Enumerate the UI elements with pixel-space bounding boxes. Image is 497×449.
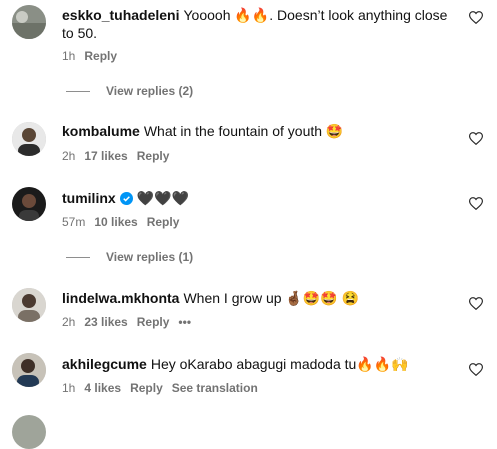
heart-icon[interactable] xyxy=(469,197,483,210)
username[interactable]: lindelwa.mkhonta xyxy=(62,290,179,306)
comment-meta: 1h Reply xyxy=(62,49,126,63)
username[interactable]: eskko_tuhadeleni xyxy=(62,7,180,23)
username[interactable]: tumilinx xyxy=(62,190,116,206)
comment-text: kombalume What in the fountain of youth 🤩 xyxy=(62,122,449,140)
replies-divider xyxy=(66,257,90,259)
see-translation-button[interactable]: See translation xyxy=(172,381,258,395)
likes-count[interactable]: 23 likes xyxy=(84,315,127,329)
view-replies-label[interactable]: View replies (2) xyxy=(106,84,193,98)
comment-meta: 2h 17 likes Reply xyxy=(62,149,178,163)
comment-text: tumilinx 🖤🖤🖤 xyxy=(62,189,449,207)
likes-count[interactable]: 10 likes xyxy=(94,215,137,229)
timestamp: 57m xyxy=(62,215,86,229)
comment-meta: 57m 10 likes Reply xyxy=(62,215,188,229)
heart-icon[interactable] xyxy=(469,132,483,145)
comment-text: eskko_tuhadeleni Yooooh 🔥🔥. Doesn’t look … xyxy=(62,6,449,42)
reply-button[interactable]: Reply xyxy=(137,149,170,163)
avatar[interactable] xyxy=(12,415,46,449)
avatar[interactable] xyxy=(12,187,46,221)
comment-body: When I grow up 🤞🏾🤩🤩 😫 xyxy=(183,290,360,306)
likes-count[interactable]: 17 likes xyxy=(84,149,127,163)
reply-button[interactable]: Reply xyxy=(137,315,170,329)
comment-body: 🖤🖤🖤 xyxy=(136,190,189,206)
comment-body: Hey oKarabo abagugi madoda tu🔥🔥🙌 xyxy=(150,356,409,372)
replies-divider xyxy=(66,91,90,93)
comment-text: lindelwa.mkhonta When I grow up 🤞🏾🤩🤩 😫 xyxy=(62,289,449,307)
avatar[interactable] xyxy=(12,5,46,39)
heart-icon[interactable] xyxy=(469,363,483,376)
username[interactable]: akhilegcume xyxy=(62,356,147,372)
timestamp: 2h xyxy=(62,149,76,163)
avatar[interactable] xyxy=(12,288,46,322)
reply-button[interactable]: Reply xyxy=(84,49,117,63)
username[interactable]: kombalume xyxy=(62,123,140,139)
reply-button[interactable]: Reply xyxy=(147,215,180,229)
comment-meta: 1h 4 likes Reply See translation xyxy=(62,381,267,395)
verified-badge-icon xyxy=(119,192,133,205)
view-replies-button[interactable]: View replies (2) xyxy=(66,84,193,98)
comment-meta: 2h 23 likes Reply ••• xyxy=(62,315,200,329)
timestamp: 2h xyxy=(62,315,76,329)
heart-icon[interactable] xyxy=(469,11,483,24)
more-options-icon[interactable]: ••• xyxy=(178,315,191,329)
reply-button[interactable]: Reply xyxy=(130,381,163,395)
comment-body: What in the fountain of youth 🤩 xyxy=(143,123,344,139)
heart-icon[interactable] xyxy=(469,297,483,310)
avatar[interactable] xyxy=(12,353,46,387)
comment-text: akhilegcume Hey oKarabo abagugi madoda tu… xyxy=(62,355,449,373)
likes-count[interactable]: 4 likes xyxy=(84,381,121,395)
timestamp: 1h xyxy=(62,381,76,395)
avatar[interactable] xyxy=(12,122,46,156)
timestamp: 1h xyxy=(62,49,76,63)
view-replies-label[interactable]: View replies (1) xyxy=(106,250,193,264)
view-replies-button[interactable]: View replies (1) xyxy=(66,250,193,264)
